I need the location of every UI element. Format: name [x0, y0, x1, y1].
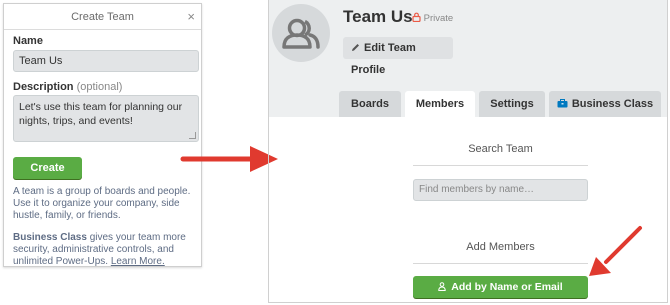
- tab-boards[interactable]: Boards: [339, 91, 401, 117]
- add-by-name-or-email-label: Add by Name or Email: [451, 281, 563, 293]
- tab-business-class-label: Business Class: [571, 98, 654, 110]
- tab-settings[interactable]: Settings: [479, 91, 545, 117]
- add-members-divider: [413, 263, 588, 264]
- pencil-icon: [352, 44, 359, 51]
- team-name: Team Us: [343, 7, 413, 26]
- visibility-label: Private: [423, 13, 454, 24]
- team-avatar-icon: [272, 4, 330, 62]
- member-search-input[interactable]: Find members by name…: [413, 179, 588, 201]
- briefcase-icon: [557, 99, 568, 108]
- search-team-heading: Search Team: [468, 143, 533, 155]
- edit-team-profile-button[interactable]: Edit Team Profile: [343, 37, 453, 76]
- tab-business-class[interactable]: Business Class: [549, 91, 661, 117]
- team-panel: Team Us Private Edit Team Profile Boards…: [268, 0, 668, 303]
- search-divider: [413, 165, 588, 166]
- tab-members[interactable]: Members: [405, 91, 475, 117]
- lock-icon: [412, 12, 421, 25]
- team-header: Team Us Private Edit Team Profile Boards…: [269, 0, 667, 117]
- add-members-heading: Add Members: [466, 241, 535, 253]
- edit-team-profile-label: Edit Team Profile: [351, 42, 416, 76]
- person-icon: [438, 282, 446, 291]
- annotation-arrow-horizontal: [180, 146, 278, 172]
- add-by-name-or-email-button[interactable]: Add by Name or Email: [413, 276, 588, 298]
- visibility-badge[interactable]: Private: [412, 12, 453, 25]
